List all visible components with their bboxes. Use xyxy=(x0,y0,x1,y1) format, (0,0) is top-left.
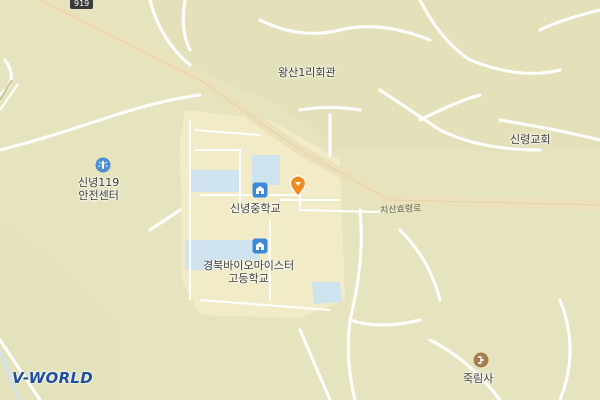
high-school-label[interactable]: 경북바이오마이스터 고등학교 xyxy=(203,259,294,285)
route-919-badge: 919 xyxy=(70,0,94,9)
map-view[interactable]: 919 신녕119 안전센터 신녕중학교 경북바이오마이스터 고등학교 왕산1리… xyxy=(0,0,600,400)
middle-school-label[interactable]: 신녕중학교 xyxy=(230,202,281,215)
temple-label[interactable]: 죽림사 xyxy=(463,372,493,385)
road-name-label: 치산효령로 xyxy=(379,203,422,217)
church-label[interactable]: 신령교회 xyxy=(510,133,550,146)
temple-icon[interactable] xyxy=(473,352,489,373)
school-icon[interactable] xyxy=(252,238,268,259)
location-pin-icon[interactable] xyxy=(289,175,307,202)
fire-station-label[interactable]: 신녕119 안전센터 xyxy=(78,176,119,202)
v-world-logo: V-WORLD xyxy=(12,369,94,387)
school-icon[interactable] xyxy=(252,182,268,203)
village-hall-label[interactable]: 왕산1리회관 xyxy=(278,66,336,79)
fire-station-icon[interactable] xyxy=(95,157,111,178)
